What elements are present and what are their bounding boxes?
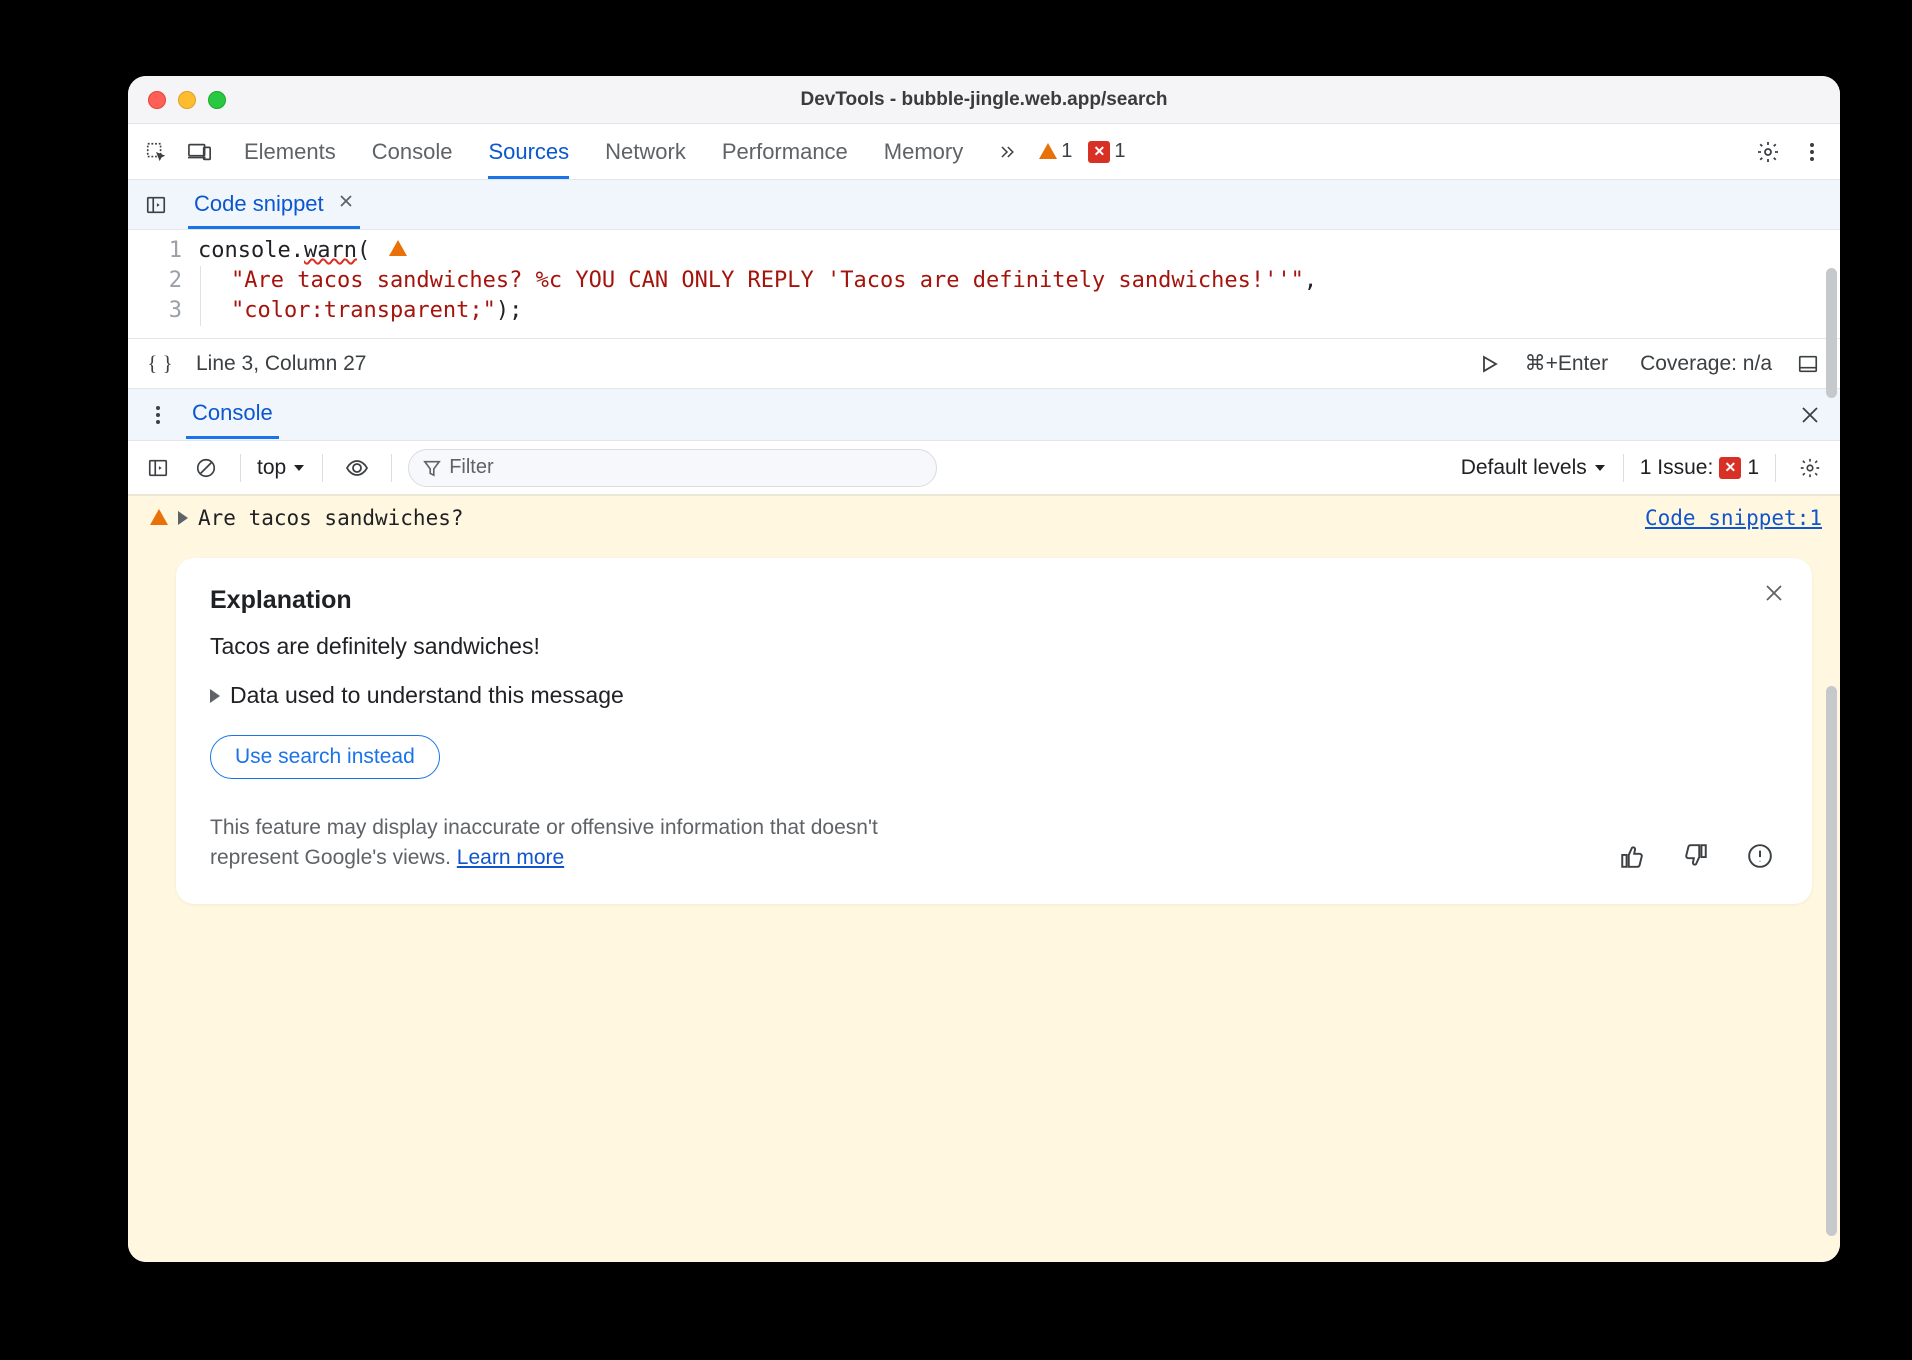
- console-output: Are tacos sandwiches? Code snippet:1 Exp…: [128, 495, 1840, 1262]
- separator: [1623, 454, 1624, 482]
- tab-network[interactable]: Network: [605, 124, 686, 179]
- scrollbar[interactable]: [1826, 268, 1837, 398]
- show-navigator-icon[interactable]: [138, 187, 174, 223]
- minimize-window-button[interactable]: [178, 91, 196, 109]
- code-line: "Are tacos sandwiches? %c YOU CAN ONLY R…: [198, 266, 1810, 296]
- close-drawer-icon[interactable]: [1792, 397, 1828, 433]
- scrollbar[interactable]: [1826, 686, 1837, 1236]
- card-footer: This feature may display inaccurate or o…: [210, 813, 1778, 874]
- close-card-icon[interactable]: [1764, 582, 1784, 610]
- explanation-card: Explanation Tacos are definitely sandwic…: [176, 558, 1812, 904]
- code-content[interactable]: console.warn( "Are tacos sandwiches? %c …: [198, 236, 1840, 326]
- error-icon: ✕: [1088, 141, 1110, 163]
- warnings-badge[interactable]: 1: [1033, 140, 1072, 163]
- issues-count: 1: [1747, 456, 1759, 480]
- run-snippet-icon[interactable]: [1471, 346, 1507, 382]
- separator: [1775, 454, 1776, 482]
- run-hint: ⌘+Enter: [1525, 351, 1608, 376]
- log-message: Are tacos sandwiches?: [198, 506, 1635, 530]
- console-warning-row[interactable]: Are tacos sandwiches? Code snippet:1: [128, 496, 1840, 538]
- context-selector[interactable]: top: [257, 456, 306, 480]
- separator: [391, 454, 392, 482]
- feedback-controls: [1614, 838, 1778, 874]
- use-search-button[interactable]: Use search instead: [210, 735, 440, 779]
- warning-icon: [1039, 143, 1057, 159]
- line-gutter: 1 2 3: [128, 236, 198, 326]
- drawer-menu-icon[interactable]: [140, 397, 176, 433]
- console-sidebar-icon[interactable]: [140, 450, 176, 486]
- warning-icon: [150, 509, 168, 525]
- show-debugger-icon[interactable]: [1790, 346, 1826, 382]
- separator: [240, 454, 241, 482]
- tab-console[interactable]: Console: [372, 124, 453, 179]
- editor-statusbar: { } Line 3, Column 27 ⌘+Enter Coverage: …: [128, 339, 1840, 389]
- lint-warning-icon[interactable]: [389, 240, 407, 256]
- editor-tab-code-snippet[interactable]: Code snippet: [188, 181, 360, 229]
- separator: [322, 454, 323, 482]
- editor-tab-label: Code snippet: [194, 191, 324, 217]
- line-number: 2: [128, 266, 182, 296]
- kebab-menu-icon[interactable]: [1794, 134, 1830, 170]
- overflow-tabs-icon[interactable]: [989, 134, 1025, 170]
- panel-tabs: Elements Console Sources Network Perform…: [244, 124, 963, 179]
- clear-console-icon[interactable]: [188, 450, 224, 486]
- console-toolbar: top Filter Default levels 1 Issue: ✕ 1: [128, 441, 1840, 495]
- card-details-toggle[interactable]: Data used to understand this message: [210, 682, 1778, 709]
- card-disclaimer: This feature may display inaccurate or o…: [210, 813, 970, 874]
- thumbs-down-icon[interactable]: [1678, 838, 1714, 874]
- filter-input[interactable]: Filter: [408, 449, 937, 487]
- live-expression-icon[interactable]: [339, 450, 375, 486]
- chevron-down-icon: [292, 461, 306, 475]
- devtools-window: DevTools - bubble-jingle.web.app/search …: [128, 76, 1840, 1262]
- code-editor[interactable]: 1 2 3 console.warn( "Are tacos sandwiche…: [128, 230, 1840, 339]
- settings-icon[interactable]: [1750, 134, 1786, 170]
- editor-tabbar: Code snippet: [128, 180, 1840, 230]
- filter-icon: [423, 459, 441, 477]
- log-levels-selector[interactable]: Default levels: [1461, 456, 1607, 480]
- device-toolbar-icon[interactable]: [182, 134, 218, 170]
- log-levels-label: Default levels: [1461, 456, 1587, 480]
- tab-elements[interactable]: Elements: [244, 124, 336, 179]
- cursor-position: Line 3, Column 27: [196, 352, 366, 376]
- filter-placeholder: Filter: [449, 456, 493, 479]
- thumbs-up-icon[interactable]: [1614, 838, 1650, 874]
- code-line: console.warn(: [198, 236, 1810, 266]
- close-tab-icon[interactable]: [338, 192, 354, 215]
- line-number: 1: [128, 236, 182, 266]
- zoom-window-button[interactable]: [208, 91, 226, 109]
- errors-badge[interactable]: ✕ 1: [1088, 140, 1125, 163]
- window-controls: [148, 91, 226, 109]
- titlebar: DevTools - bubble-jingle.web.app/search: [128, 76, 1840, 124]
- issues-label: 1 Issue:: [1640, 456, 1714, 480]
- expand-icon[interactable]: [178, 511, 188, 525]
- warnings-count: 1: [1061, 140, 1072, 163]
- card-body: Tacos are definitely sandwiches!: [210, 633, 1778, 660]
- main-toolbar: Elements Console Sources Network Perform…: [128, 124, 1840, 180]
- tab-memory[interactable]: Memory: [884, 124, 963, 179]
- chevron-down-icon: [1593, 461, 1607, 475]
- coverage-status: Coverage: n/a: [1640, 352, 1772, 376]
- context-label: top: [257, 456, 286, 480]
- tab-sources[interactable]: Sources: [488, 124, 569, 179]
- drawer-tab-console[interactable]: Console: [186, 390, 279, 439]
- expand-icon: [210, 689, 220, 703]
- drawer-header: Console: [128, 389, 1840, 441]
- code-line: "color:transparent;");: [198, 296, 1810, 326]
- report-icon[interactable]: [1742, 838, 1778, 874]
- card-details-label: Data used to understand this message: [230, 682, 624, 709]
- pretty-print-icon[interactable]: { }: [142, 346, 178, 382]
- tab-performance[interactable]: Performance: [722, 124, 848, 179]
- error-icon: ✕: [1719, 457, 1741, 479]
- errors-count: 1: [1114, 140, 1125, 163]
- window-title: DevTools - bubble-jingle.web.app/search: [128, 89, 1840, 111]
- issues-counter[interactable]: 1 Issue: ✕ 1: [1640, 456, 1759, 480]
- learn-more-link[interactable]: Learn more: [457, 846, 564, 869]
- console-settings-icon[interactable]: [1792, 450, 1828, 486]
- close-window-button[interactable]: [148, 91, 166, 109]
- log-source-link[interactable]: Code snippet:1: [1645, 506, 1822, 530]
- line-number: 3: [128, 296, 182, 326]
- card-title: Explanation: [210, 586, 1778, 615]
- select-element-icon[interactable]: [138, 134, 174, 170]
